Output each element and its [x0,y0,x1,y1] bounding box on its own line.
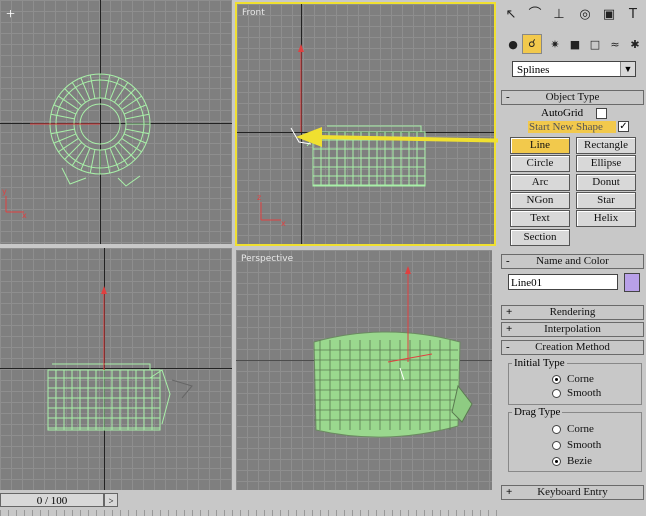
donut-button[interactable]: Donut [576,174,636,191]
rollout-title: Creation Method [535,341,610,353]
spacewarps-icon[interactable]: ≈ [604,34,626,56]
line-button[interactable]: Line [510,137,570,154]
category-select-value: Splines [517,64,550,76]
initial-type-label: Initial Type [512,357,567,369]
radio-label: Smooth [567,439,602,451]
viewport-label: Front [242,8,265,18]
rollout-title: Object Type [545,91,600,103]
category-select[interactable]: Splines ▼ [512,61,636,77]
svg-text:z: z [257,193,261,202]
viewport-perspective[interactable]: Perspective [236,250,492,490]
rollout-object-type[interactable]: - Object Type [501,90,644,105]
svg-text:y: y [2,187,7,196]
drag-type-label: Drag Type [512,406,563,418]
rollout-interpolation[interactable]: + Interpolation [501,322,644,337]
geometry-icon[interactable]: ● [502,34,524,56]
helix-button[interactable]: Helix [576,210,636,227]
radio-label: Smooth [567,387,602,399]
track-bar[interactable] [0,510,498,516]
circle-button[interactable]: Circle [510,155,570,172]
rollout-keyboard-entry[interactable]: + Keyboard Entry [501,485,644,500]
start-new-shape-label: Start New Shape [528,121,616,133]
initial-corner-radio[interactable]: Corne [552,373,594,385]
command-panel: ↖ ⌒ ⊥ ◎ ▣ T ● ☌ ✷ ■ □ ≈ ✱ Splines ▼ - Obj… [498,0,646,516]
systems-icon[interactable]: ✱ [624,34,646,56]
text-button[interactable]: Text [510,210,570,227]
color-swatch[interactable] [624,273,640,292]
helpers-icon[interactable]: □ [584,34,606,56]
rollout-title: Rendering [549,306,596,318]
timeline-bar: 0 / 100 > [0,490,498,516]
top-model: y x [2,73,151,220]
viewport-label: Perspective [241,254,294,264]
front-model: z x [257,44,426,228]
drag-corner-radio[interactable]: Corne [552,423,594,435]
ellipse-button[interactable]: Ellipse [576,155,636,172]
svg-text:x: x [22,211,27,220]
initial-smooth-radio[interactable]: Smooth [552,387,601,399]
motion-icon[interactable]: ◎ [574,4,596,26]
rectangle-button[interactable]: Rectangle [576,137,636,154]
frame-counter: 0 / 100 [36,495,68,507]
arc-button[interactable]: Arc [510,174,570,191]
pointer-icon[interactable]: ↖ [500,4,522,26]
rollout-name-and-color[interactable]: - Name and Color [501,254,644,269]
drag-bezier-radio[interactable]: Bezie [552,455,592,467]
left-model [47,286,193,431]
ngon-button[interactable]: NGon [510,192,570,209]
slider-arrow-icon[interactable]: > [104,493,118,507]
object-name-field[interactable]: Line01 [508,274,618,290]
radio-label: Corne [567,423,594,435]
viewport-front[interactable]: z x Front [235,2,496,246]
start-new-shape-checkbox[interactable]: ✓ [618,121,629,132]
viewport-left[interactable] [0,248,232,490]
drag-smooth-radio[interactable]: Smooth [552,439,601,451]
autogrid-checkbox[interactable] [596,108,607,119]
chevron-down-icon[interactable]: ▼ [620,62,635,76]
rollout-title: Name and Color [536,255,609,267]
display-icon[interactable]: ▣ [598,4,620,26]
viewport-top[interactable]: y x + [0,0,232,244]
star-button[interactable]: Star [576,192,636,209]
curve-icon[interactable]: ⌒ [524,4,546,26]
rollout-title: Keyboard Entry [537,486,608,498]
rollout-creation-method[interactable]: - Creation Method [501,340,644,355]
section-button[interactable]: Section [510,229,570,246]
radio-label: Bezie [567,455,593,467]
rollout-title: Interpolation [544,323,601,335]
time-slider[interactable]: 0 / 100 [0,493,104,507]
autogrid-label: AutoGrid [541,107,584,119]
lights-icon[interactable]: ✷ [544,34,566,56]
cameras-icon[interactable]: ■ [564,34,586,56]
shapes-icon[interactable]: ☌ [522,34,542,54]
svg-text:x: x [281,219,286,228]
rollout-rendering[interactable]: + Rendering [501,305,644,320]
hierarchy-icon[interactable]: ⊥ [548,4,570,26]
perspective-model [313,266,473,438]
radio-label: Corne [567,373,594,385]
crosshair-cursor-icon: + [6,6,16,23]
utilities-icon[interactable]: T [622,4,644,26]
